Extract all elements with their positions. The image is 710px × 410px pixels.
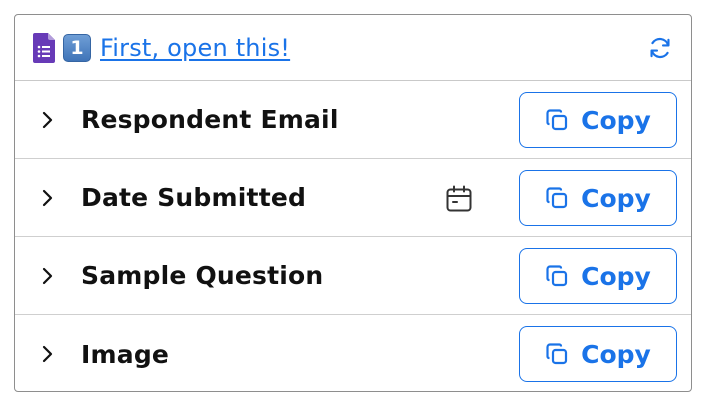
field-row-image: Image Copy — [15, 315, 691, 391]
field-row-date-submitted: Date Submitted Copy — [15, 159, 691, 237]
copy-button[interactable]: Copy — [519, 92, 677, 148]
copy-icon — [546, 343, 568, 365]
copy-button-label: Copy — [581, 339, 651, 369]
chevron-right-icon[interactable] — [37, 110, 57, 130]
field-label: Sample Question — [81, 261, 324, 290]
copy-icon — [546, 265, 568, 287]
keycap-one-icon: 1 — [63, 33, 91, 62]
copy-icon — [546, 109, 568, 131]
copy-button-label: Copy — [581, 105, 651, 135]
chevron-right-icon[interactable] — [37, 344, 57, 364]
field-label: Image — [81, 339, 170, 369]
calendar-icon — [446, 185, 472, 212]
field-list-panel: 1 First, open this! Respondent Email Cop… — [14, 14, 692, 392]
copy-button-label: Copy — [581, 183, 651, 213]
copy-icon — [546, 187, 568, 209]
panel-header: 1 First, open this! — [15, 15, 691, 81]
copy-button[interactable]: Copy — [519, 248, 677, 304]
chevron-right-icon[interactable] — [37, 266, 57, 286]
field-row-sample-question: Sample Question Copy — [15, 237, 691, 315]
field-row-respondent-email: Respondent Email Copy — [15, 81, 691, 159]
field-label: Date Submitted — [81, 183, 307, 212]
copy-button-label: Copy — [581, 261, 651, 291]
chevron-right-icon[interactable] — [37, 188, 57, 208]
open-form-link[interactable]: First, open this! — [100, 34, 290, 62]
field-label: Respondent Email — [81, 105, 339, 134]
refresh-icon[interactable] — [647, 35, 673, 61]
copy-button[interactable]: Copy — [519, 170, 677, 226]
google-forms-icon — [33, 32, 55, 63]
copy-button[interactable]: Copy — [519, 326, 677, 382]
